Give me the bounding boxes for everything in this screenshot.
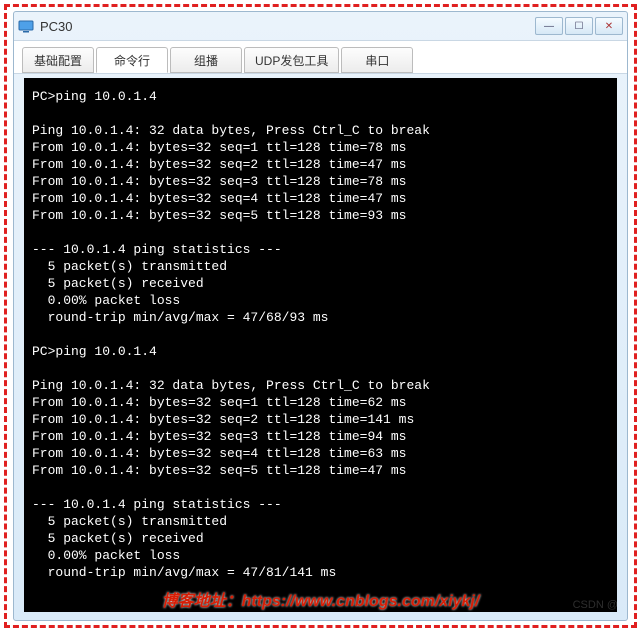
terminal-output[interactable]: PC>ping 10.0.1.4 Ping 10.0.1.4: 32 data … <box>24 78 617 612</box>
tab-basic[interactable]: 基础配置 <box>22 47 94 73</box>
maximize-button[interactable]: ☐ <box>565 17 593 35</box>
tab-bar: 基础配置 命令行 组播 UDP发包工具 串口 <box>14 40 627 74</box>
window-title: PC30 <box>40 19 535 34</box>
tab-serial[interactable]: 串口 <box>341 47 413 73</box>
titlebar[interactable]: PC30 — ☐ ✕ <box>14 12 627 40</box>
minimize-button[interactable]: — <box>535 17 563 35</box>
app-window: PC30 — ☐ ✕ 基础配置 命令行 组播 UDP发包工具 串口 PC>pin… <box>13 11 628 621</box>
close-button[interactable]: ✕ <box>595 17 623 35</box>
tab-udp[interactable]: UDP发包工具 <box>244 47 339 73</box>
tab-cli[interactable]: 命令行 <box>96 47 168 73</box>
tab-multicast[interactable]: 组播 <box>170 47 242 73</box>
window-buttons: — ☐ ✕ <box>535 17 623 35</box>
screenshot-border: PC30 — ☐ ✕ 基础配置 命令行 组播 UDP发包工具 串口 PC>pin… <box>4 4 637 628</box>
app-icon <box>18 18 34 34</box>
